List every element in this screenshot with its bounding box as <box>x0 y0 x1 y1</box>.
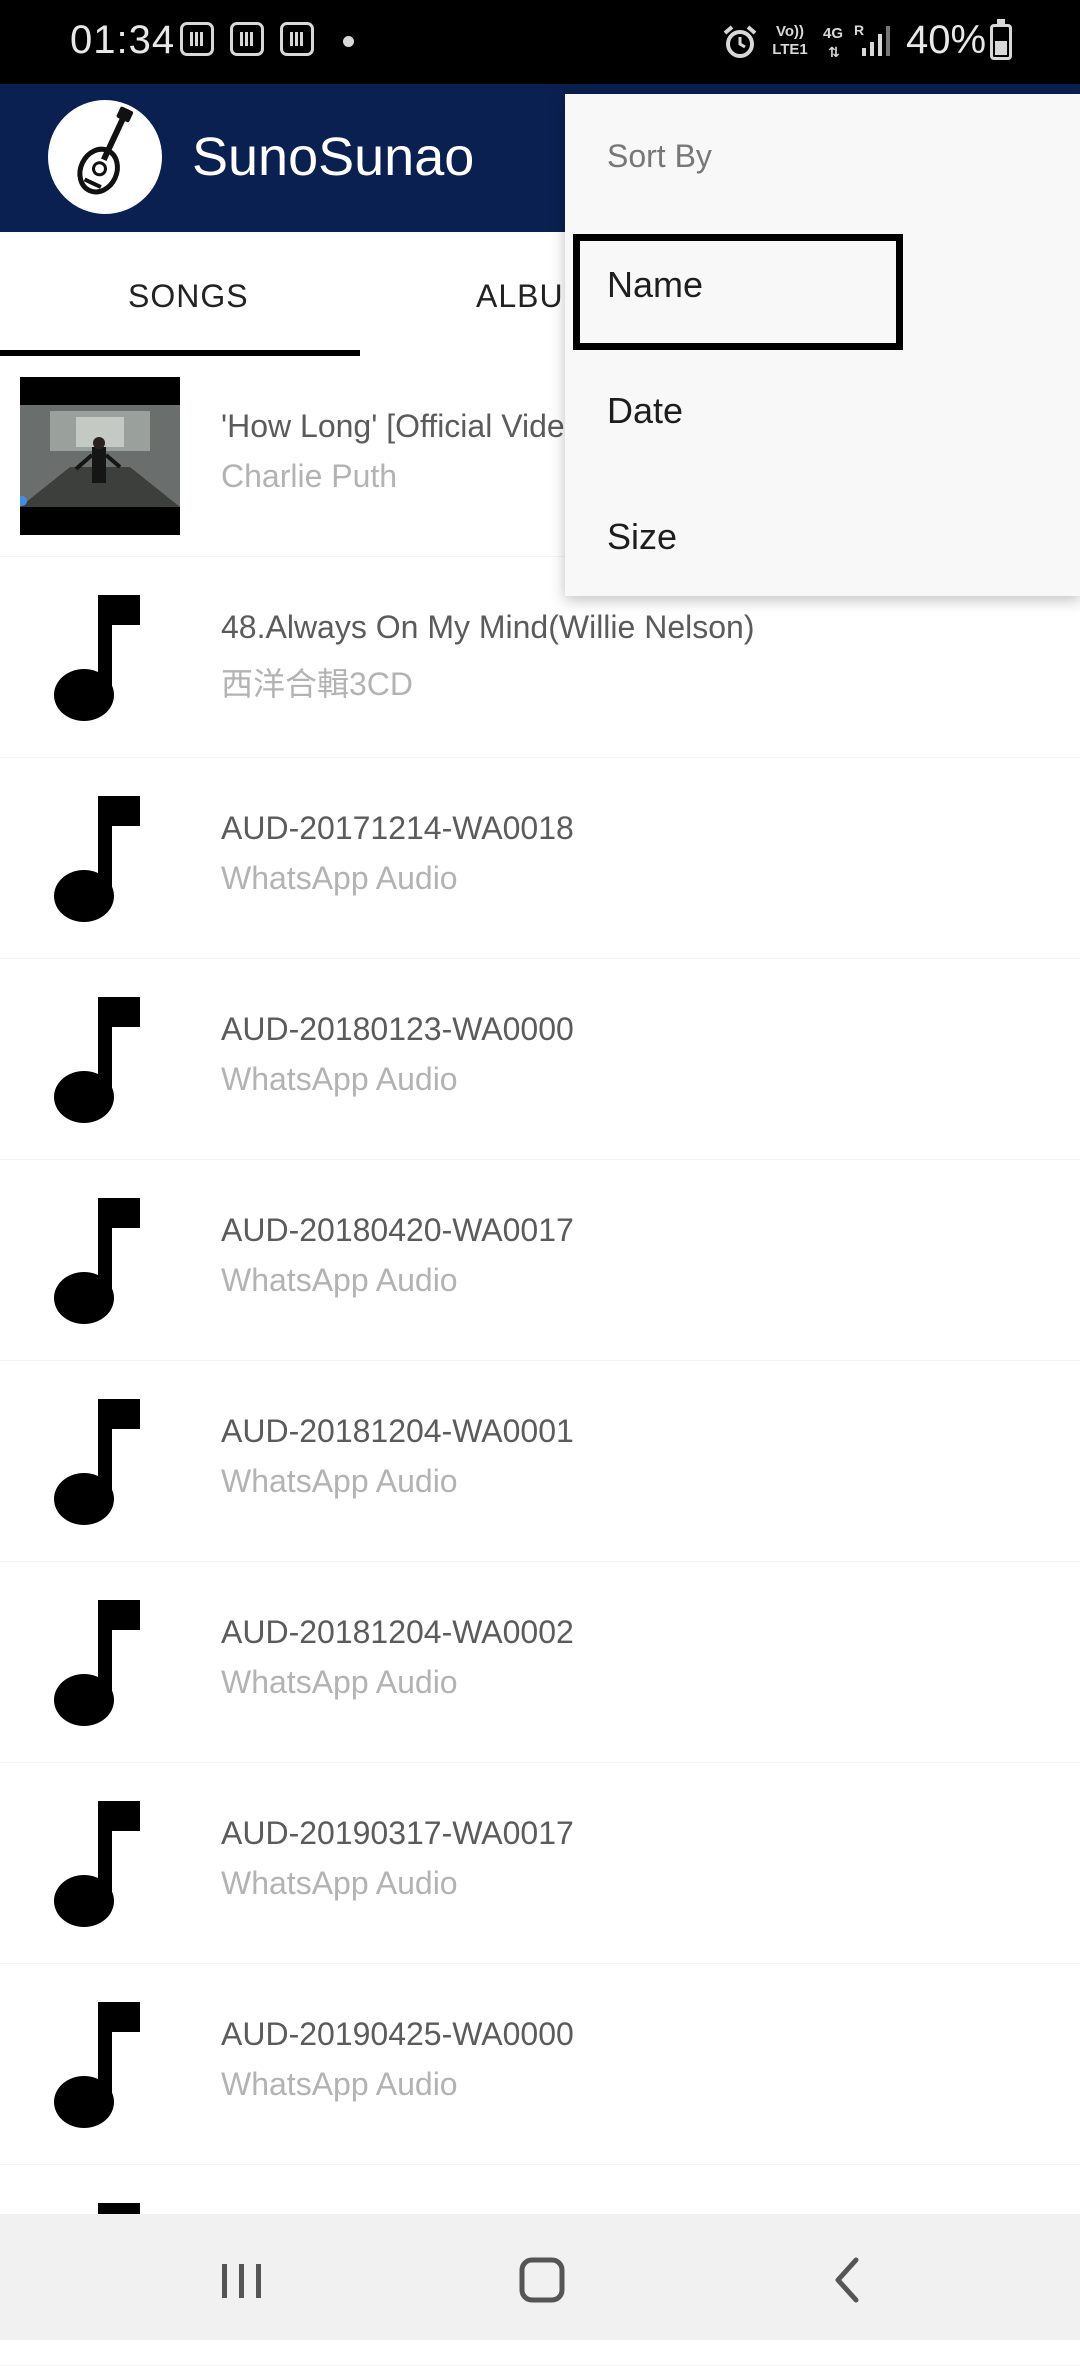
music-note-icon <box>54 1801 140 1927</box>
video-thumbnail <box>20 377 180 535</box>
list-item[interactable]: AUD-20171214-WA0018 WhatsApp Audio <box>0 758 1080 959</box>
song-title: AUD-20180123-WA0000 <box>221 1011 574 1047</box>
song-list: 'How Long' [Official Video] Charlie Puth… <box>0 356 1080 2366</box>
status-bar: 01:34 Vo)) LTE1 4G ⇅ R 40% <box>0 0 1080 84</box>
list-item[interactable]: AUD-20190317-WA0017 WhatsApp Audio <box>0 1763 1080 1964</box>
list-item[interactable]: AUD-20181204-WA0002 WhatsApp Audio <box>0 1562 1080 1763</box>
signal-icon <box>862 26 890 56</box>
back-icon[interactable] <box>818 2250 878 2310</box>
song-title: AUD-20190317-WA0017 <box>221 1815 574 1851</box>
recent-apps-icon[interactable] <box>212 2250 272 2310</box>
home-icon[interactable] <box>512 2250 572 2310</box>
list-item[interactable]: AUD-20190425-WA0000 WhatsApp Audio <box>0 1964 1080 2165</box>
app-title: SunoSunao <box>192 127 475 187</box>
music-note-icon <box>54 997 140 1123</box>
data-arrows-icon: ⇅ <box>828 44 840 60</box>
music-note-icon <box>54 2002 140 2128</box>
more-notifications-dot-icon <box>343 36 354 47</box>
song-title: AUD-20181204-WA0002 <box>221 1614 574 1650</box>
network-type-label: 4G <box>822 25 843 42</box>
song-title: AUD-20180420-WA0017 <box>221 1212 574 1248</box>
list-item[interactable]: AUD-20181204-WA0001 WhatsApp Audio <box>0 1361 1080 1562</box>
song-artist: WhatsApp Audio <box>221 1664 458 1700</box>
music-note-icon <box>54 595 140 721</box>
song-title: 48.Always On My Mind(Willie Nelson) <box>221 609 755 645</box>
notification-icon <box>280 22 314 56</box>
song-artist: WhatsApp Audio <box>221 1061 458 1097</box>
volte-label: Vo)) <box>775 23 805 40</box>
song-artist: Charlie Puth <box>221 458 398 494</box>
system-nav-bar <box>0 2214 1080 2340</box>
status-time: 01:34 <box>70 18 176 62</box>
song-artist: WhatsApp Audio <box>221 2066 458 2102</box>
battery-charging-icon <box>990 19 1012 60</box>
sort-option-name[interactable]: Name <box>607 264 703 306</box>
notification-icon <box>230 22 264 56</box>
list-item[interactable]: AUD-20180123-WA0000 WhatsApp Audio <box>0 959 1080 1160</box>
lte-label: LTE1 <box>772 41 808 58</box>
sort-option-date[interactable]: Date <box>607 390 683 432</box>
battery-percent: 40% <box>906 18 987 62</box>
song-artist: WhatsApp Audio <box>221 1865 458 1901</box>
song-artist: WhatsApp Audio <box>221 1463 458 1499</box>
song-title: AUD-20190425-WA0000 <box>221 2016 574 2052</box>
music-note-icon <box>54 796 140 922</box>
tab-songs[interactable]: SONGS <box>128 278 249 315</box>
song-title: AUD-20171214-WA0018 <box>221 810 574 846</box>
song-artist: WhatsApp Audio <box>221 860 458 896</box>
alarm-icon <box>723 25 757 58</box>
notification-icon <box>180 22 214 56</box>
sort-menu: Sort By Name Date Size <box>565 94 1080 596</box>
music-note-icon <box>54 1600 140 1726</box>
song-artist: WhatsApp Audio <box>221 1262 458 1298</box>
song-title: AUD-20181204-WA0001 <box>221 1413 574 1449</box>
song-title: 'How Long' [Official Video] <box>221 408 592 444</box>
song-artist: 西洋合輯3CD <box>221 666 414 702</box>
music-note-icon <box>54 1198 140 1324</box>
sort-menu-header: Sort By <box>607 138 712 174</box>
music-note-icon <box>54 1399 140 1525</box>
guitar-logo-icon <box>48 100 162 214</box>
sort-option-size[interactable]: Size <box>607 516 677 558</box>
list-item[interactable]: AUD-20180420-WA0017 WhatsApp Audio <box>0 1160 1080 1361</box>
